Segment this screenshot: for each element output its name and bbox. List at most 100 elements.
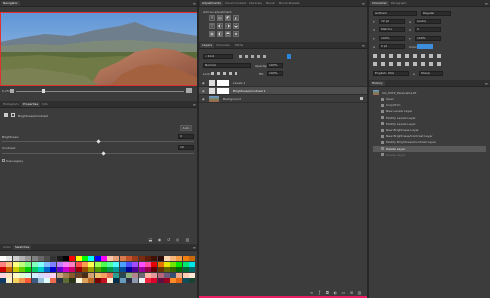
font-style-select[interactable]: Regular (421, 11, 451, 16)
color-swatch[interactable] (126, 272, 132, 278)
layer-name[interactable]: Background (223, 97, 241, 101)
color-swatch[interactable] (31, 278, 38, 283)
color-swatch[interactable] (31, 272, 38, 278)
color-swatch[interactable] (176, 272, 183, 278)
color-swatch[interactable] (63, 272, 69, 278)
color-swatch[interactable] (151, 278, 158, 283)
color-swatch[interactable] (25, 278, 32, 283)
history-item[interactable]: Delete Layer (373, 152, 486, 158)
color-swatch[interactable] (6, 256, 13, 261)
color-swatch[interactable] (0, 267, 6, 272)
fx-icon[interactable]: ƒ (317, 290, 322, 295)
language-select[interactable]: English: USA (373, 71, 409, 76)
history-item[interactable]: Crop/Trim (373, 102, 486, 108)
invert-icon[interactable]: ◈ (233, 31, 239, 37)
color-swatch[interactable] (170, 272, 177, 278)
color-swatch[interactable] (25, 256, 32, 261)
color-swatch[interactable] (119, 267, 126, 272)
color-swatch[interactable] (69, 267, 76, 272)
color-swatch[interactable] (132, 267, 139, 272)
color-swatch[interactable] (132, 256, 139, 261)
levels-icon[interactable]: ▤ (217, 15, 223, 21)
color-swatch[interactable] (6, 261, 13, 267)
color-swatch[interactable] (100, 261, 107, 267)
folder-icon[interactable]: ▭ (341, 290, 346, 295)
color-swatch[interactable] (113, 261, 120, 267)
color-swatch[interactable] (94, 267, 101, 272)
link-icon[interactable]: ∞ (309, 290, 314, 295)
history-item[interactable]: Modify Levels Layer (373, 115, 486, 121)
hue-saturation-icon[interactable]: ◐ (217, 23, 223, 29)
color-swatch[interactable] (100, 278, 107, 283)
color-swatch[interactable] (170, 278, 177, 283)
color-swatch[interactable] (81, 278, 88, 283)
color-swatch[interactable] (138, 256, 145, 261)
color-swatch[interactable] (0, 272, 6, 278)
tab-libraries[interactable]: Libraries (247, 1, 264, 6)
color-swatch[interactable] (163, 261, 170, 267)
zoom-out-icon[interactable] (10, 89, 14, 93)
eye-icon[interactable]: ◉ (202, 97, 205, 101)
color-swatch[interactable] (119, 278, 126, 283)
color-swatch[interactable] (157, 278, 164, 283)
layer-name[interactable]: Brightness/Contrast 1 (233, 89, 266, 93)
black-white-icon[interactable]: ◒ (233, 23, 239, 29)
history-item[interactable]: New Levels Layer (373, 108, 486, 114)
color-balance-icon[interactable]: ◑ (225, 23, 231, 29)
new-layer-icon[interactable]: ⊞ (349, 290, 354, 295)
color-swatch[interactable] (126, 261, 132, 267)
color-swatch[interactable] (132, 272, 139, 278)
color-swatch[interactable] (151, 261, 158, 267)
color-swatch[interactable] (107, 256, 114, 261)
color-swatch[interactable] (12, 256, 19, 261)
color-swatch[interactable] (176, 278, 183, 283)
text-color-swatch[interactable] (417, 44, 433, 49)
color-lookup-icon[interactable]: ⬒ (225, 31, 231, 37)
color-swatch[interactable] (56, 267, 63, 272)
history-item[interactable]: Delete Layer (373, 145, 486, 152)
color-swatch[interactable] (182, 272, 189, 278)
color-swatch[interactable] (176, 256, 183, 261)
color-swatch[interactable] (94, 272, 101, 278)
tab-paragraph[interactable]: Paragraph (389, 1, 408, 6)
panel-menu-icon[interactable]: ≡ (193, 102, 196, 107)
color-swatch[interactable] (100, 272, 107, 278)
clip-to-layer-icon[interactable]: ⬓ (148, 237, 153, 242)
color-swatch[interactable] (182, 256, 189, 261)
color-swatch[interactable] (31, 261, 38, 267)
color-swatch[interactable] (138, 267, 145, 272)
color-swatch[interactable] (75, 272, 82, 278)
color-swatch[interactable] (151, 256, 158, 261)
color-swatch[interactable] (113, 256, 120, 261)
panel-menu-icon[interactable]: ≡ (362, 1, 365, 6)
color-swatch[interactable] (56, 272, 63, 278)
curves-icon[interactable]: ◩ (225, 15, 231, 21)
color-swatch[interactable] (44, 261, 51, 267)
color-swatch[interactable] (138, 278, 145, 283)
hscale-field[interactable]: 100% (415, 36, 441, 41)
color-swatch[interactable] (18, 261, 25, 267)
color-swatch[interactable] (44, 256, 51, 261)
adjustment-layer-icon[interactable]: ◐ (333, 290, 338, 295)
color-swatch[interactable] (37, 272, 44, 278)
color-swatch[interactable] (182, 278, 189, 283)
color-swatch[interactable] (88, 267, 95, 272)
tab-navigator[interactable]: Navigator (1, 1, 20, 6)
tab-history[interactable]: History (370, 81, 385, 86)
color-swatch[interactable] (144, 267, 151, 272)
navigator-thumbnail[interactable] (0, 12, 198, 86)
history-item[interactable]: Open (373, 96, 486, 102)
tab-swatches[interactable]: Swatches (13, 245, 32, 250)
color-swatch[interactable] (50, 272, 57, 278)
color-swatch[interactable] (81, 272, 88, 278)
opentype-buttons[interactable] (373, 62, 445, 66)
color-swatch[interactable] (63, 256, 69, 261)
color-swatch[interactable] (119, 272, 126, 278)
eye-icon[interactable]: ◉ (202, 89, 205, 93)
tab-paths[interactable]: Paths (233, 43, 245, 48)
color-swatch[interactable] (107, 267, 114, 272)
color-swatch[interactable] (132, 278, 139, 283)
color-swatch[interactable] (44, 267, 51, 272)
tab-character[interactable]: Character (370, 1, 389, 6)
eye-icon[interactable]: ◉ (202, 81, 205, 85)
